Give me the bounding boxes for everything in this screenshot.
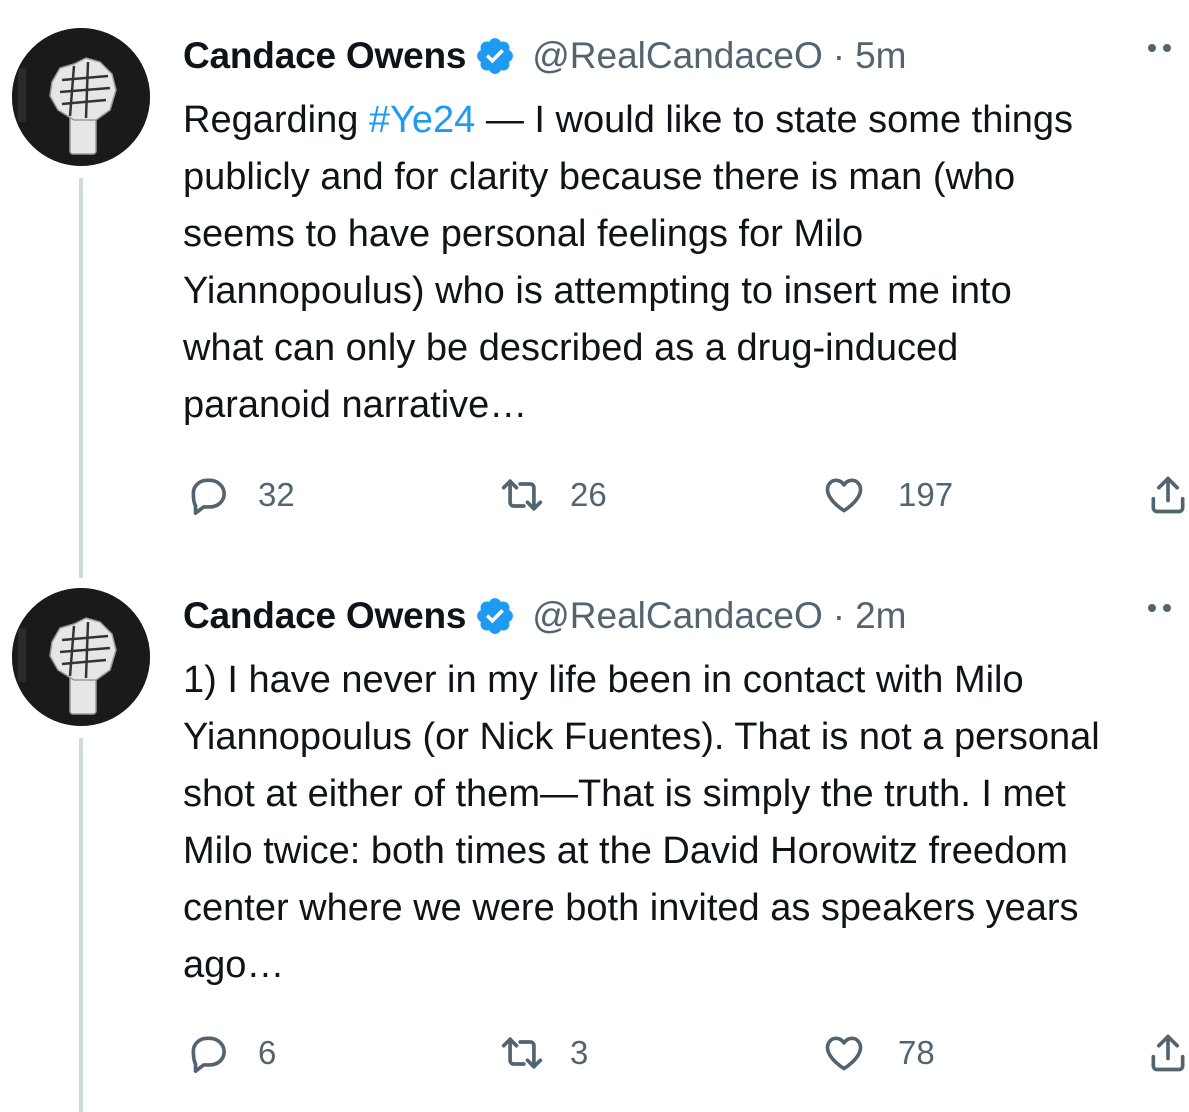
text-line: publicly and for clarity because there i… [183,156,1016,198]
tweet[interactable]: Candace Owens @RealCandaceO · 2m 1) I ha… [0,560,1189,1112]
share-icon [1151,476,1185,514]
like-count: 78 [898,1034,935,1071]
heart-icon [825,478,863,513]
separator: · [832,595,846,636]
avatar[interactable] [12,588,150,726]
share-icon [1151,1034,1185,1072]
retweet-count: 26 [570,476,607,513]
text-line: Yiannopoulus) who is attempting to inser… [183,270,1012,312]
author-handle[interactable]: @RealCandaceO [532,594,823,638]
verified-badge-icon [474,35,516,77]
raised-fist-icon [12,28,150,166]
like-count: 197 [898,476,954,513]
reply-icon [191,478,226,515]
retweet-button[interactable]: 26 [500,470,607,520]
more-options-icon[interactable] [1148,44,1171,52]
reply-button[interactable]: 6 [186,1028,276,1078]
thread-connector [79,738,83,1112]
text-line: ago… [183,944,285,986]
author-name[interactable]: Candace Owens [183,594,466,638]
tweet[interactable]: Candace Owens @RealCandaceO · 5m Regardi… [0,0,1189,578]
heart-icon [825,1036,863,1071]
raised-fist-icon [12,588,150,726]
share-button[interactable] [1146,470,1189,520]
tweet-thread: Candace Owens @RealCandaceO · 5m Regardi… [0,0,1189,1112]
text-line: 1) I have never in my life been in conta… [183,659,1024,701]
text-line: shot at either of them—That is simply th… [183,773,1066,815]
author-name[interactable]: Candace Owens [183,34,466,78]
timestamp[interactable]: 2m [855,594,906,638]
retweet-button[interactable]: 3 [500,1028,588,1078]
avatar[interactable] [12,28,150,166]
author-handle[interactable]: @RealCandaceO [532,34,823,78]
text-line: seems to have personal feelings for Milo [183,213,864,255]
tweet-header: Candace Owens @RealCandaceO · 2m [183,594,907,638]
like-button[interactable]: 197 [822,470,953,520]
retweet-icon [501,479,543,511]
action-bar: 32 26 197 [186,470,1189,520]
action-bar: 6 3 78 [186,1028,1189,1078]
reply-button[interactable]: 32 [186,470,295,520]
like-button[interactable]: 78 [822,1028,935,1078]
separator: · [832,35,846,76]
hashtag-link[interactable]: #Ye24 [369,99,475,141]
timestamp[interactable]: 5m [855,34,906,78]
more-options-icon[interactable] [1148,604,1171,612]
tweet-text: 1) I have never in my life been in conta… [183,652,1189,994]
retweet-count: 3 [570,1034,589,1071]
reply-icon [191,1036,226,1073]
retweet-icon [501,1037,543,1069]
reply-count: 6 [258,1034,277,1071]
text-line: Regarding #Ye24 — I would like to state … [183,99,1074,141]
text-line: Milo twice: both times at the David Horo… [183,830,1068,872]
text-line: center where we were both invited as spe… [183,887,1079,929]
tweet-text: Regarding #Ye24 — I would like to state … [183,92,1189,434]
text-line: Yiannopoulus (or Nick Fuentes). That is … [183,716,1100,758]
thread-connector [79,178,83,578]
verified-badge-icon [474,595,516,637]
share-button[interactable] [1146,1028,1189,1078]
text-line: paranoid narrative… [183,384,528,426]
tweet-header: Candace Owens @RealCandaceO · 5m [183,34,907,78]
reply-count: 32 [258,476,295,513]
text-line: what can only be described as a drug-ind… [183,327,959,369]
